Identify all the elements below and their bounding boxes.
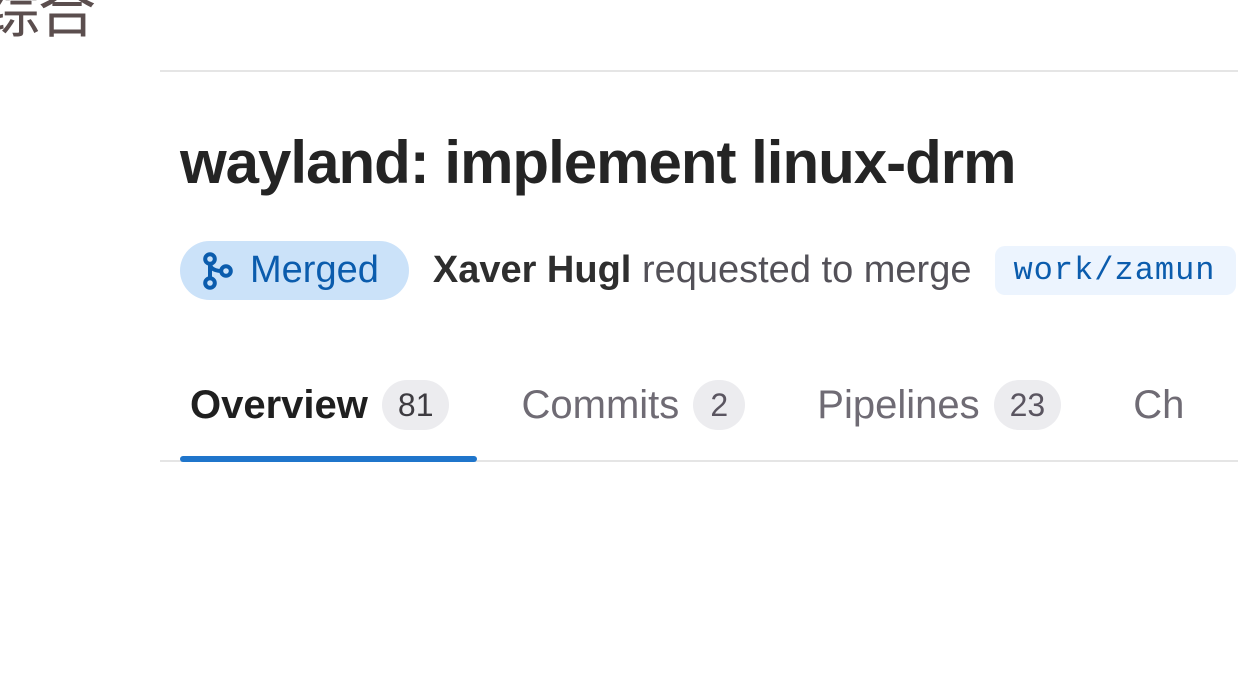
mr-title: wayland: implement linux-drm xyxy=(180,128,1238,197)
tab-pipelines[interactable]: Pipelines 23 xyxy=(781,380,1097,460)
merge-request-panel: wayland: implement linux-drm Merged Xave… xyxy=(160,70,1238,696)
mr-source-branch[interactable]: work/zamun xyxy=(995,246,1235,295)
mr-author-line: Xaver Hugl requested to merge xyxy=(433,249,972,292)
top-divider xyxy=(160,70,1238,72)
merge-icon xyxy=(202,251,234,291)
mr-status-text: Merged xyxy=(250,249,379,292)
tab-overview-label: Overview xyxy=(190,383,368,428)
watermark-text: 综合 xyxy=(0,0,94,42)
mr-action-text: requested to merge xyxy=(642,249,972,291)
tab-overview[interactable]: Overview 81 xyxy=(160,380,485,460)
tab-commits-label: Commits xyxy=(521,383,679,428)
mr-meta-row: Merged Xaver Hugl requested to merge wor… xyxy=(180,241,1238,300)
tab-overview-count: 81 xyxy=(382,380,450,430)
tab-changes[interactable]: Ch xyxy=(1097,380,1220,460)
mr-author[interactable]: Xaver Hugl xyxy=(433,249,632,291)
tab-changes-label: Ch xyxy=(1133,383,1184,428)
mr-status-badge: Merged xyxy=(180,241,409,300)
mr-tabs: Overview 81 Commits 2 Pipelines 23 Ch xyxy=(160,380,1238,462)
tab-commits-count: 2 xyxy=(693,380,745,430)
tab-pipelines-count: 23 xyxy=(994,380,1062,430)
tab-pipelines-label: Pipelines xyxy=(817,383,979,428)
tab-commits[interactable]: Commits 2 xyxy=(485,380,781,460)
